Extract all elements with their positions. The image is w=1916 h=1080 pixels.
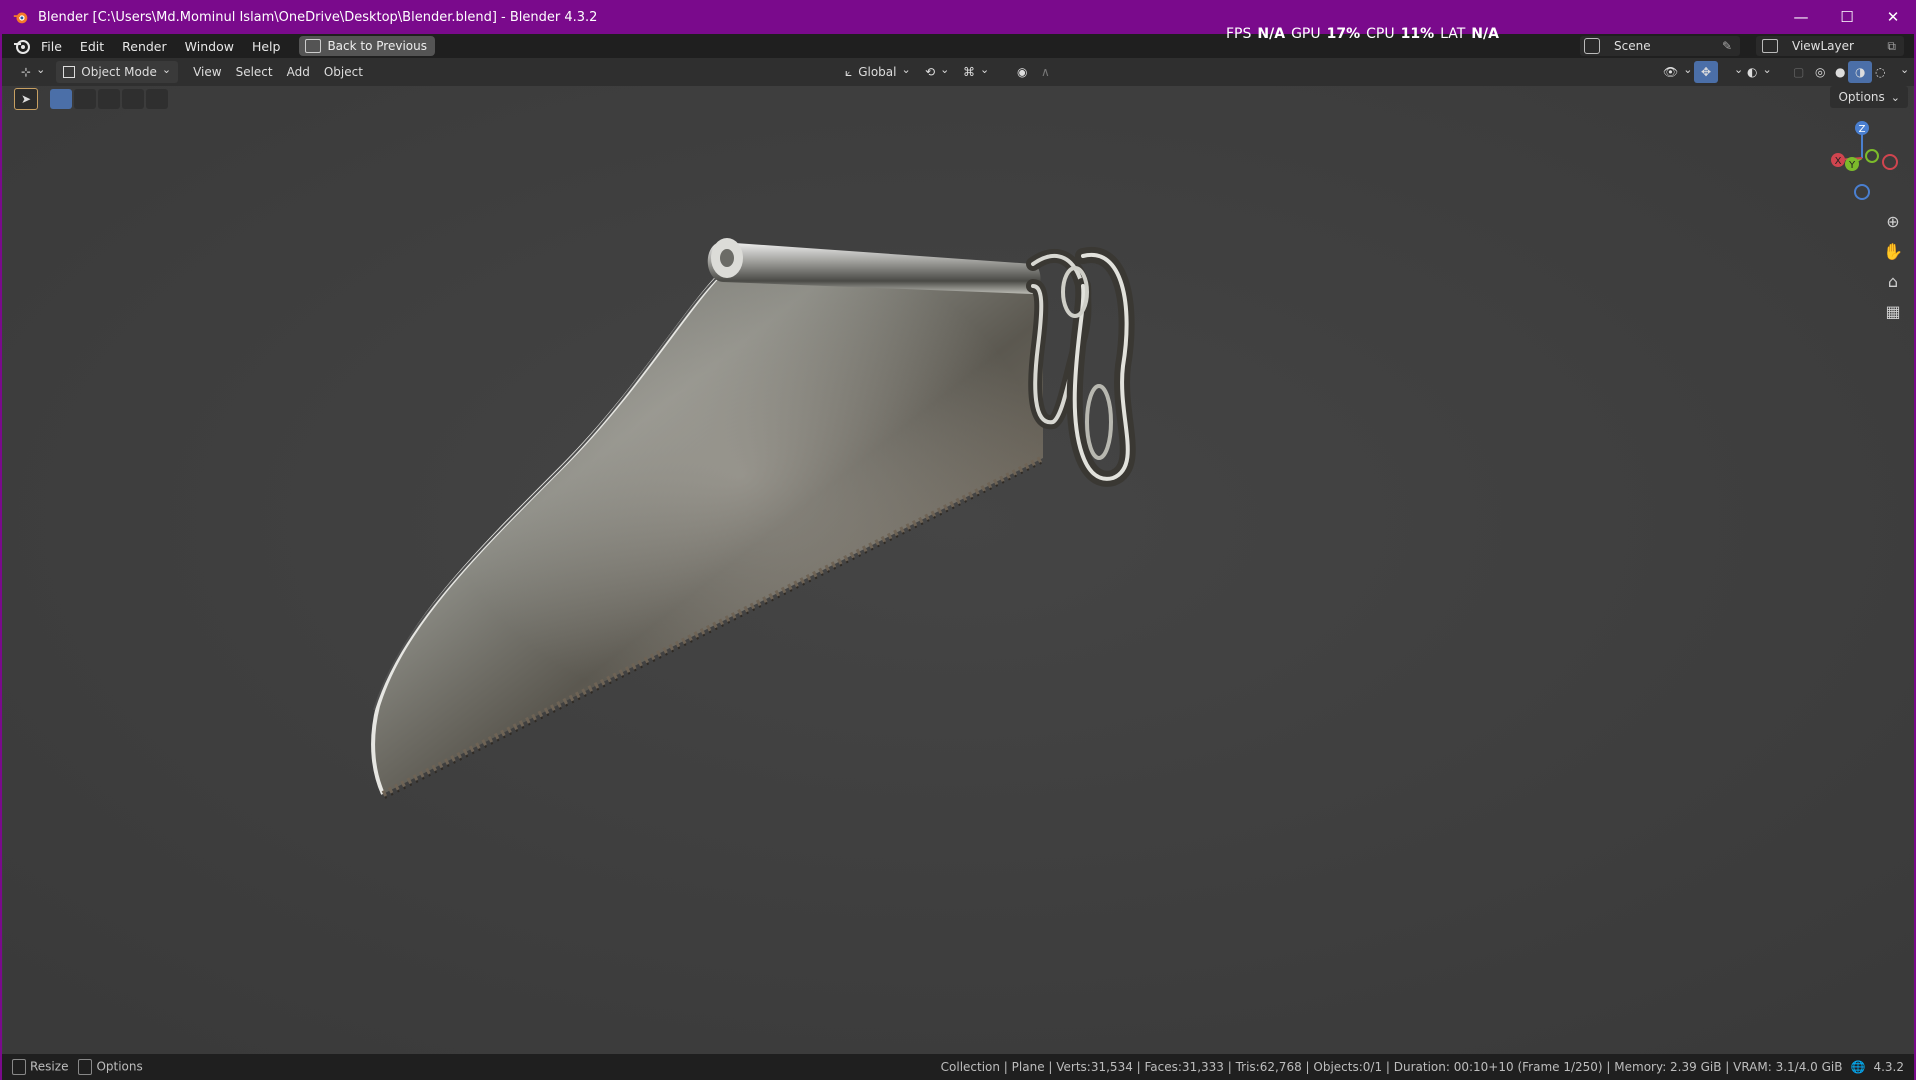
rendered-icon: ◌ bbox=[1875, 65, 1886, 79]
top-menu-bar: File Edit Render Window Help Back to Pre… bbox=[0, 34, 1916, 58]
new-layer-icon[interactable]: ⧉ bbox=[1887, 39, 1896, 54]
menu-add[interactable]: Add bbox=[280, 61, 317, 83]
gpu-label: GPU bbox=[1291, 26, 1321, 42]
lat-label: LAT bbox=[1440, 26, 1466, 42]
view-layer-icon bbox=[1762, 39, 1778, 53]
scene-icon bbox=[1584, 38, 1600, 54]
back-to-previous-button[interactable]: Back to Previous bbox=[299, 36, 435, 56]
resize-hint: Resize bbox=[12, 1059, 68, 1075]
scene-selector[interactable]: Scene ✎ bbox=[1580, 36, 1740, 56]
shading-dropdown[interactable] bbox=[1888, 61, 1916, 83]
options-label: Options bbox=[1838, 90, 1885, 104]
tweak-tool-button[interactable]: ➤ bbox=[14, 88, 38, 110]
snap-icon: ⌘ bbox=[963, 65, 975, 79]
object-mode-icon bbox=[63, 66, 76, 78]
gizmo-y-label: Y bbox=[1848, 160, 1856, 171]
mouse-icon bbox=[78, 1059, 93, 1075]
menu-file[interactable]: File bbox=[32, 39, 71, 54]
gpu-value: 17% bbox=[1326, 26, 1361, 42]
viewport-scene bbox=[3, 86, 1913, 1054]
menu-render[interactable]: Render bbox=[113, 39, 176, 54]
menu-edit[interactable]: Edit bbox=[71, 39, 113, 54]
overlays-icon: ◐ bbox=[1747, 65, 1758, 79]
zoom-icon[interactable]: ⊕ bbox=[1878, 206, 1908, 236]
snap-dropdown[interactable]: ⌘ bbox=[956, 61, 996, 83]
select-subtract-button[interactable] bbox=[98, 89, 120, 109]
options-hint: Options bbox=[78, 1059, 143, 1075]
mouse-icon bbox=[12, 1059, 26, 1075]
gizmo-neg-y[interactable] bbox=[1865, 149, 1879, 163]
menu-window[interactable]: Window bbox=[176, 39, 243, 54]
close-button[interactable]: ✕ bbox=[1870, 0, 1916, 34]
editor-type-button[interactable]: ⊹ bbox=[14, 61, 52, 83]
visibility-icon: 👁 bbox=[1663, 65, 1679, 79]
minimize-button[interactable]: — bbox=[1778, 0, 1824, 34]
editor-type-icon: ⊹ bbox=[21, 65, 32, 79]
menu-help[interactable]: Help bbox=[243, 39, 290, 54]
perspective-grid-icon[interactable]: ▦ bbox=[1878, 296, 1908, 326]
gizmo-neg-z[interactable] bbox=[1854, 184, 1870, 200]
xray-icon: ▢ bbox=[1793, 65, 1805, 79]
pivot-icon: ⟲ bbox=[925, 65, 936, 79]
fps-label: FPS bbox=[1226, 26, 1252, 42]
gizmo-z-label: Z bbox=[1859, 124, 1866, 135]
proportional-edit-icon: ◉ bbox=[1017, 65, 1028, 79]
scene-statistics: Collection | Plane | Verts:31,534 | Face… bbox=[940, 1060, 1843, 1074]
select-extend-button[interactable] bbox=[74, 89, 96, 109]
transform-orientation-dropdown[interactable]: ⟀ Global bbox=[838, 61, 918, 83]
view-layer-name: ViewLayer bbox=[1792, 39, 1854, 53]
back-icon bbox=[305, 39, 322, 53]
pin-icon[interactable]: ✎ bbox=[1722, 39, 1732, 53]
falloff-dropdown[interactable]: ∧ bbox=[1034, 61, 1057, 83]
blender-logo-icon bbox=[13, 12, 28, 24]
select-new-button[interactable] bbox=[50, 89, 72, 109]
gizmo-icon: ✥ bbox=[1701, 65, 1712, 79]
viewport-options-button[interactable]: Options ⌄ bbox=[1830, 86, 1908, 108]
pan-hand-icon[interactable]: ✋ bbox=[1878, 236, 1908, 266]
cpu-value: 11% bbox=[1400, 26, 1435, 42]
proportional-edit-toggle[interactable]: ◉ bbox=[1010, 61, 1034, 83]
globe-icon: 🌐 bbox=[1850, 1060, 1866, 1074]
pivot-point-dropdown[interactable]: ⟲ bbox=[918, 61, 956, 83]
scene-name: Scene bbox=[1614, 39, 1651, 53]
select-tool-row: ➤ bbox=[14, 88, 170, 110]
orientation-icon: ⟀ bbox=[845, 64, 853, 79]
falloff-icon: ∧ bbox=[1041, 65, 1050, 79]
cpu-label: CPU bbox=[1366, 26, 1395, 42]
menu-view[interactable]: View bbox=[186, 61, 228, 83]
visibility-dropdown[interactable]: 👁 bbox=[1656, 61, 1699, 83]
viewport-header: ⊹ Object Mode View Select Add Object ⟀ G… bbox=[0, 58, 1916, 86]
title-bar: Blender [C:\Users\Md.Mominul Islam\OneDr… bbox=[0, 0, 1916, 34]
back-to-previous-label: Back to Previous bbox=[327, 39, 427, 53]
gizmo-neg-x[interactable] bbox=[1882, 154, 1898, 170]
camera-view-icon[interactable]: ⌂ bbox=[1878, 266, 1908, 296]
overlays-dropdown[interactable]: ◐ bbox=[1740, 61, 1779, 83]
lat-value: N/A bbox=[1471, 26, 1499, 42]
mode-label: Object Mode bbox=[81, 65, 157, 79]
menu-select[interactable]: Select bbox=[229, 61, 280, 83]
3d-viewport[interactable] bbox=[3, 86, 1913, 1054]
navigation-gizmo[interactable]: Z Y X bbox=[1820, 118, 1910, 204]
maximize-button[interactable]: ☐ bbox=[1824, 0, 1870, 34]
status-bar: Resize Options Collection | Plane | Vert… bbox=[0, 1054, 1916, 1080]
wireframe-icon: ◎ bbox=[1815, 65, 1826, 79]
version-label: 4.3.2 bbox=[1873, 1060, 1904, 1074]
mode-dropdown[interactable]: Object Mode bbox=[56, 61, 179, 83]
blender-menu-icon[interactable] bbox=[12, 36, 32, 56]
gizmo-toggle[interactable]: ✥ bbox=[1694, 61, 1719, 83]
chevron-down-icon: ⌄ bbox=[1890, 90, 1900, 104]
cursor-icon: ➤ bbox=[20, 92, 32, 106]
select-intersect-button[interactable] bbox=[146, 89, 168, 109]
select-invert-button[interactable] bbox=[122, 89, 144, 109]
performance-overlay: FPS N/A GPU 17% CPU 11% LAT N/A bbox=[1226, 26, 1499, 44]
solid-icon: ● bbox=[1835, 65, 1846, 79]
gizmo-x-label: X bbox=[1835, 156, 1842, 167]
window-border-left bbox=[0, 34, 2, 1080]
menu-object[interactable]: Object bbox=[317, 61, 370, 83]
material-preview-icon: ◑ bbox=[1855, 65, 1866, 79]
window-title: Blender [C:\Users\Md.Mominul Islam\OneDr… bbox=[38, 9, 598, 25]
view-layer-selector[interactable]: ViewLayer ⧉ bbox=[1756, 36, 1904, 56]
transform-orientation-label: Global bbox=[858, 65, 897, 79]
fps-value: N/A bbox=[1257, 26, 1286, 42]
